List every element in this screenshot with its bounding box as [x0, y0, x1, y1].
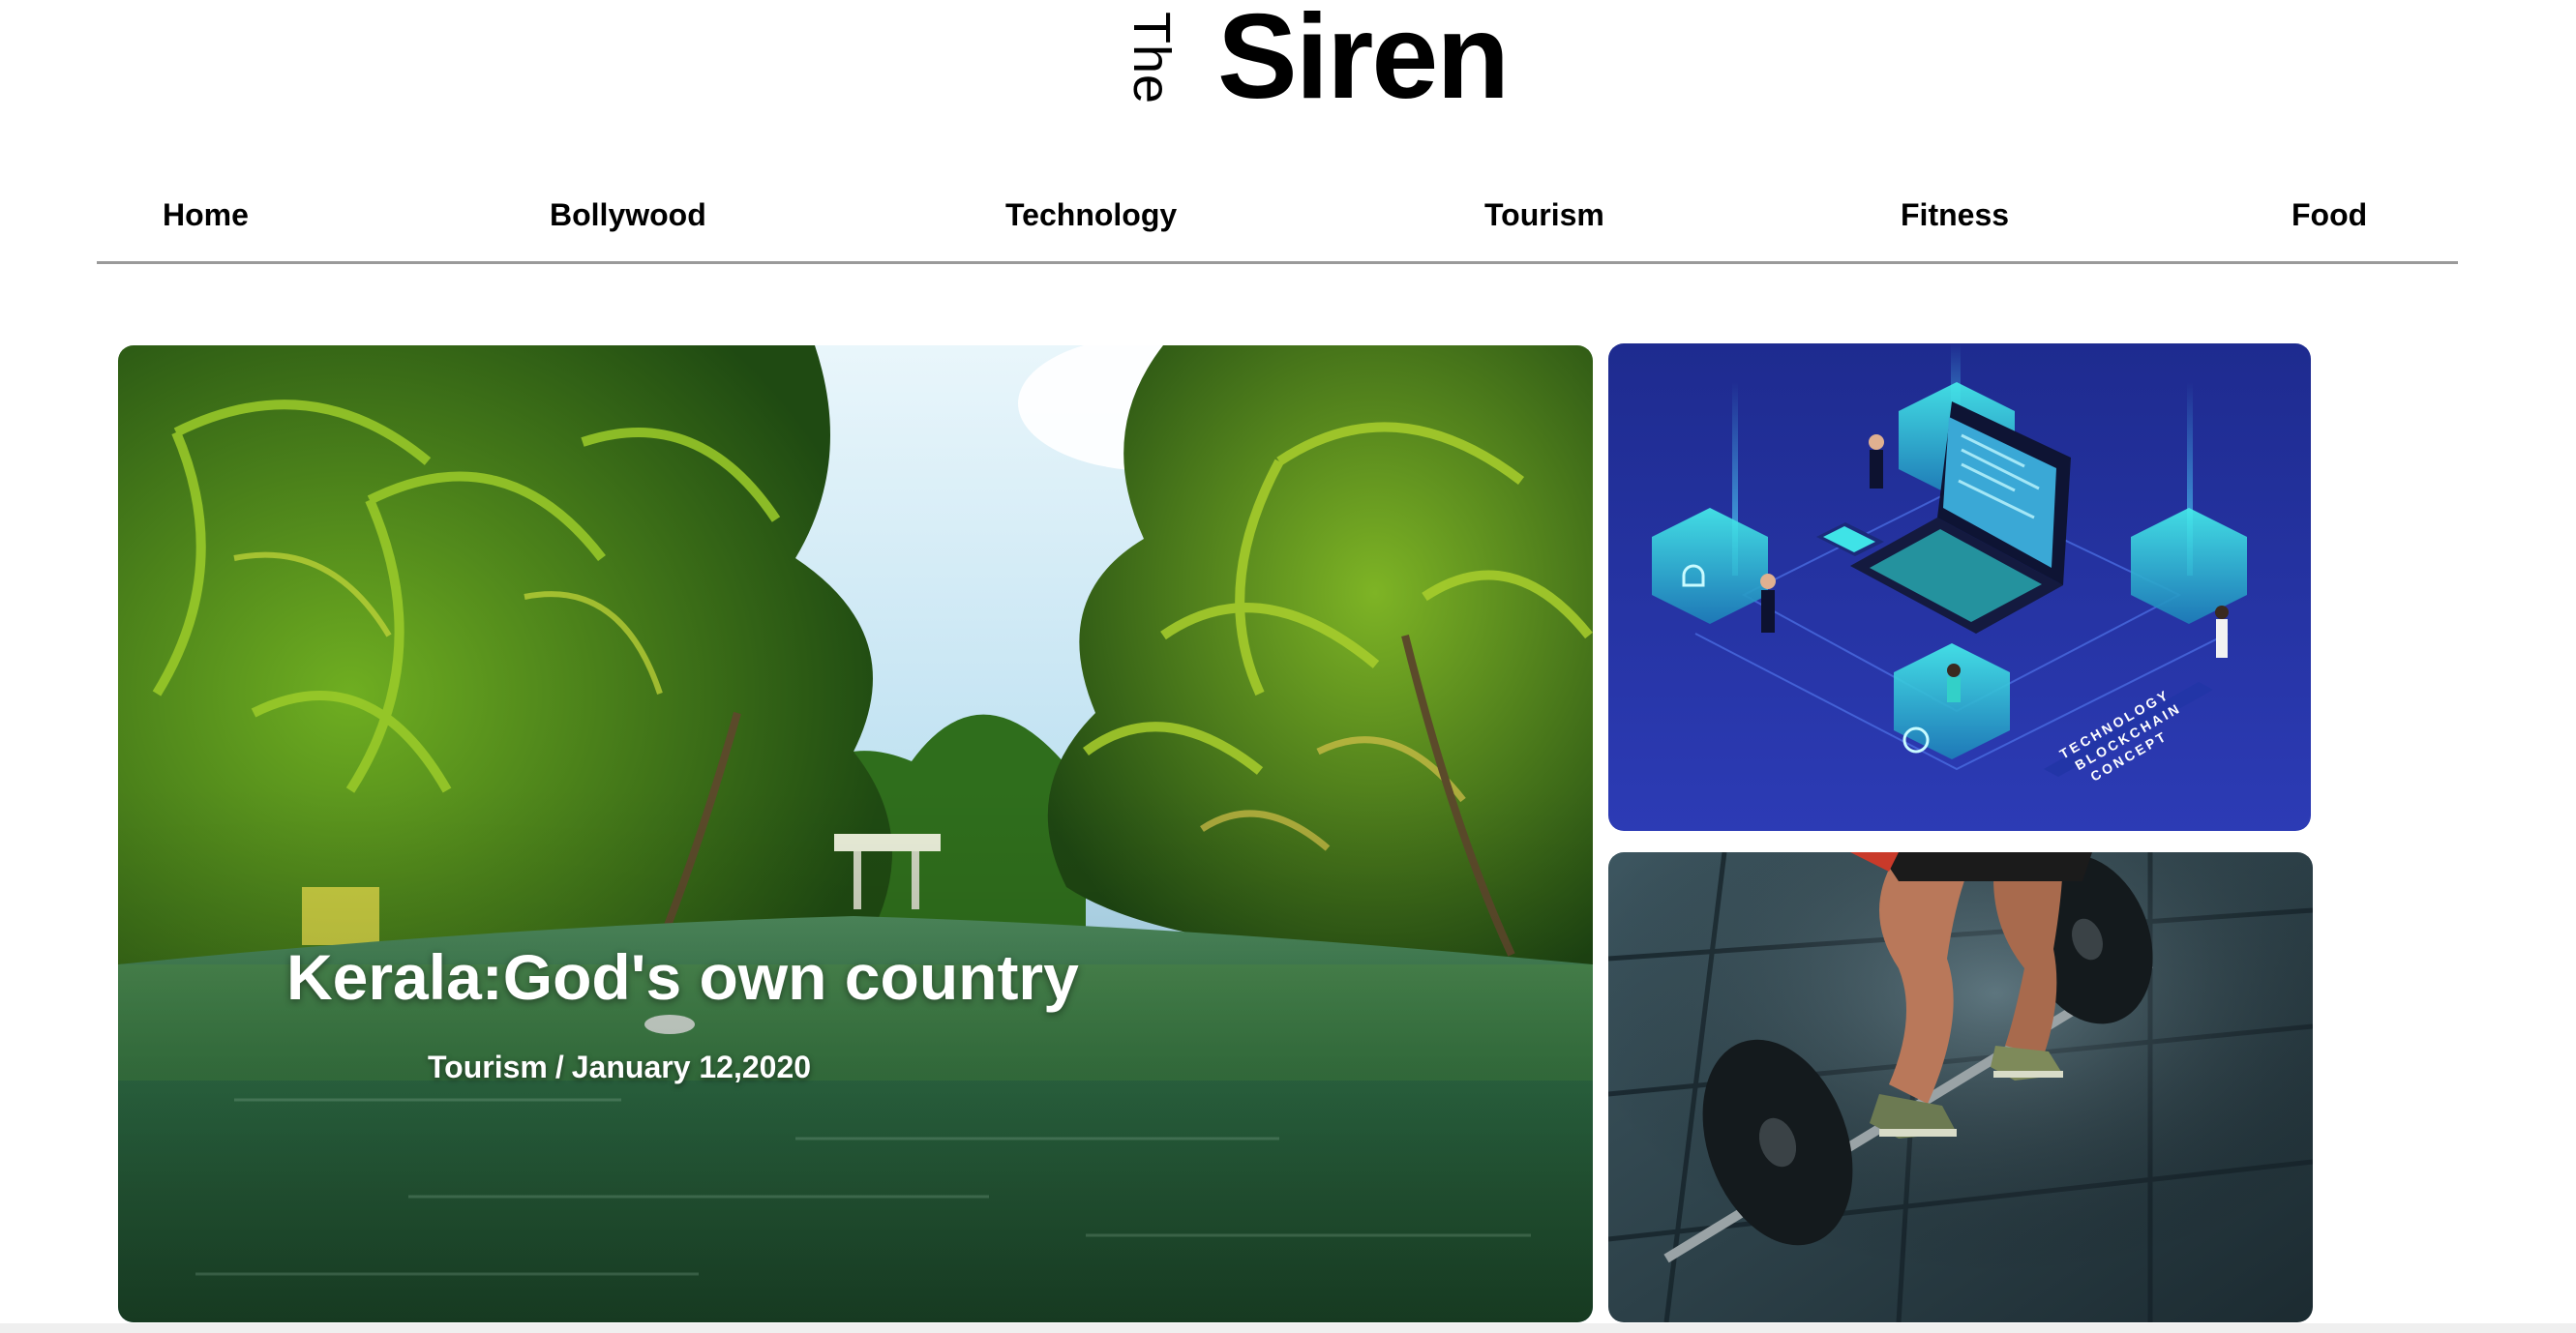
hero-meta-separator: / — [554, 1050, 564, 1084]
article-card-technology[interactable]: TECHNOLOGY BLOCKCHAIN CONCEPT — [1608, 343, 2311, 831]
hero-meta: Tourism / January 12,2020 — [428, 1050, 811, 1085]
main-nav: Home Bollywood Technology Tourism Fitnes… — [97, 182, 2458, 264]
logo-name-text: Siren — [1217, 0, 1510, 124]
nav-item-fitness[interactable]: Fitness — [1901, 197, 2009, 233]
barbell-deadlift-image — [1608, 852, 2313, 1322]
hero-title[interactable]: Kerala:God's own country — [286, 940, 1079, 1014]
site-logo[interactable]: The Siren — [0, 0, 2576, 135]
nav-item-home[interactable]: Home — [163, 197, 249, 233]
kerala-backwaters-image — [118, 345, 1593, 1322]
article-card-fitness[interactable] — [1608, 852, 2313, 1322]
hero-category[interactable]: Tourism — [428, 1050, 548, 1084]
page-bottom-edge — [0, 1323, 2576, 1333]
nav-item-tourism[interactable]: Tourism — [1484, 197, 1604, 233]
logo-the-text: The — [1123, 11, 1181, 105]
nav-item-bollywood[interactable]: Bollywood — [550, 197, 706, 233]
hero-date: January 12,2020 — [571, 1050, 812, 1084]
featured-article[interactable]: Kerala:God's own country Tourism / January… — [118, 345, 1593, 1322]
nav-item-food[interactable]: Food — [2291, 197, 2367, 233]
nav-item-technology[interactable]: Technology — [1005, 197, 1177, 233]
blockchain-laptop-image: TECHNOLOGY BLOCKCHAIN CONCEPT — [1608, 343, 2311, 831]
